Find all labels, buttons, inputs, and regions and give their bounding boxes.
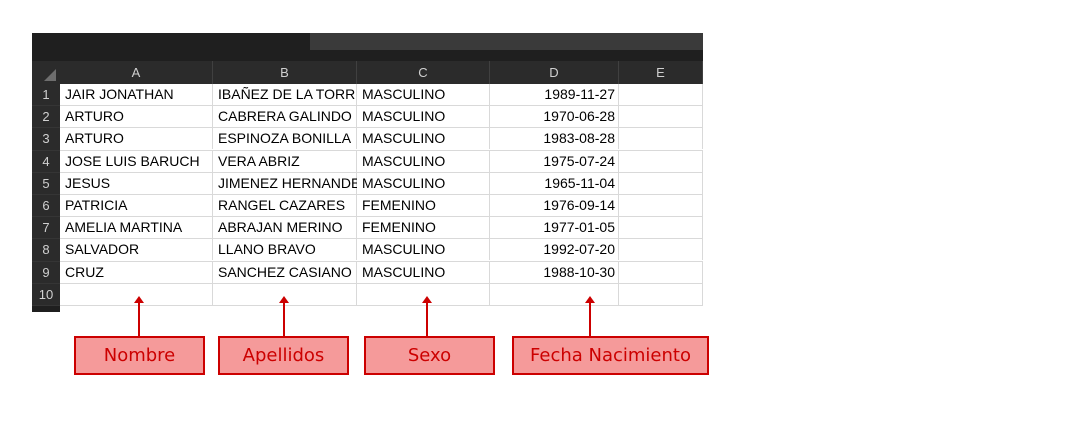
cell-apellidos[interactable]: ABRAJAN MERINO (213, 217, 357, 239)
cell-empty[interactable] (619, 194, 703, 216)
cell-nombre[interactable]: AMELIA MARTINA (60, 217, 213, 239)
label-apellidos: Apellidos (218, 336, 349, 375)
table-row (60, 283, 703, 306)
spreadsheet-window: A B C D E 1 2 3 4 5 6 7 8 9 10 JAIR JONA… (32, 33, 703, 312)
cell-fecha[interactable]: 1977-01-05 (490, 217, 619, 239)
cell-apellidos[interactable]: LLANO BRAVO (213, 239, 357, 261)
cell-apellidos[interactable]: SANCHEZ CASIANO (213, 261, 357, 283)
cell-nombre[interactable]: CRUZ (60, 261, 213, 283)
row-header[interactable]: 5 (32, 172, 60, 195)
cell-sexo[interactable]: MASCULINO (357, 172, 490, 194)
cell-fecha[interactable]: 1970-06-28 (490, 106, 619, 128)
cell-empty[interactable] (619, 172, 703, 194)
row-header[interactable]: 7 (32, 217, 60, 240)
column-header-b[interactable]: B (213, 61, 357, 84)
arrow-up-icon (585, 296, 595, 336)
row-header[interactable]: 9 (32, 261, 60, 284)
cell-apellidos[interactable]: IBAÑEZ DE LA TORRE (213, 84, 357, 105)
table-row: CRUZ SANCHEZ CASIANO MASCULINO 1988-10-3… (60, 261, 703, 284)
label-nombre: Nombre (74, 336, 205, 375)
column-header-a[interactable]: A (60, 61, 213, 84)
row-header[interactable]: 10 (32, 283, 60, 306)
table-row: AMELIA MARTINA ABRAJAN MERINO FEMENINO 1… (60, 217, 703, 240)
cell-empty[interactable] (619, 239, 703, 261)
table-row: SALVADOR LLANO BRAVO MASCULINO 1992-07-2… (60, 239, 703, 262)
cell-apellidos[interactable]: JIMENEZ HERNANDEZ (213, 172, 369, 194)
column-header-d[interactable]: D (490, 61, 619, 84)
cell-empty[interactable] (619, 150, 703, 172)
cell-nombre[interactable]: JOSE LUIS BARUCH (60, 150, 213, 172)
formula-bar[interactable] (310, 33, 703, 50)
select-all-corner[interactable] (32, 61, 60, 84)
table-row: PATRICIA RANGEL CAZARES FEMENINO 1976-09… (60, 194, 703, 218)
row-header[interactable]: 3 (32, 128, 60, 151)
cell-fecha[interactable]: 1988-10-30 (490, 261, 619, 283)
cell-nombre[interactable]: ARTURO (60, 106, 213, 128)
cell-sexo[interactable]: MASCULINO (357, 84, 490, 105)
cell-empty[interactable] (619, 128, 703, 150)
row-header[interactable]: 8 (32, 239, 60, 262)
arrow-up-icon (279, 296, 289, 336)
cell-sexo[interactable]: MASCULINO (357, 261, 490, 283)
select-all-icon (44, 69, 56, 81)
cell-apellidos[interactable]: VERA ABRIZ (213, 150, 357, 172)
cell-empty[interactable] (490, 283, 619, 305)
cell-empty[interactable] (619, 283, 703, 305)
cell-apellidos[interactable]: CABRERA GALINDO (213, 106, 357, 128)
cell-nombre[interactable]: PATRICIA (60, 194, 213, 216)
cell-nombre[interactable]: SALVADOR (60, 239, 213, 261)
row-header[interactable]: 2 (32, 106, 60, 129)
cell-sexo[interactable]: MASCULINO (357, 239, 490, 261)
cell-apellidos[interactable]: RANGEL CAZARES (213, 194, 357, 216)
cell-fecha[interactable]: 1975-07-24 (490, 150, 619, 172)
row-headers: 1 2 3 4 5 6 7 8 9 10 (32, 84, 60, 306)
cell-fecha[interactable]: 1992-07-20 (490, 239, 619, 261)
label-fecha-nacimiento: Fecha Nacimiento (512, 336, 709, 375)
table-row: JOSE LUIS BARUCH VERA ABRIZ MASCULINO 19… (60, 150, 703, 173)
table-row: JAIR JONATHAN IBAÑEZ DE LA TORRE MASCULI… (60, 84, 703, 107)
cell-fecha[interactable]: 1983-08-28 (490, 128, 619, 150)
column-header-row: A B C D E (32, 61, 703, 84)
cell-empty[interactable] (619, 261, 703, 283)
label-sexo: Sexo (364, 336, 495, 375)
row-header[interactable]: 1 (32, 84, 60, 107)
cell-fecha[interactable]: 1989-11-27 (490, 84, 619, 105)
row-header[interactable]: 4 (32, 150, 60, 173)
column-header-c[interactable]: C (357, 61, 490, 84)
cell-nombre[interactable]: JAIR JONATHAN (60, 84, 213, 105)
table-row: ARTURO CABRERA GALINDO MASCULINO 1970-06… (60, 106, 703, 129)
table-row: JESUS JIMENEZ HERNANDEZ MASCULINO 1965-1… (60, 172, 703, 195)
cell-nombre[interactable]: ARTURO (60, 128, 213, 150)
cell-sexo[interactable]: MASCULINO (357, 128, 490, 150)
row-header[interactable]: 6 (32, 194, 60, 218)
arrow-up-icon (134, 296, 144, 336)
cell-sexo[interactable]: MASCULINO (357, 150, 490, 172)
cell-sexo[interactable]: MASCULINO (357, 106, 490, 128)
cell-sexo[interactable]: FEMENINO (357, 217, 490, 239)
cell-empty[interactable] (619, 84, 703, 105)
cell-fecha[interactable]: 1965-11-04 (490, 172, 619, 194)
cell-grid: JAIR JONATHAN IBAÑEZ DE LA TORRE MASCULI… (60, 84, 703, 312)
table-row: ARTURO ESPINOZA BONILLA MASCULINO 1983-0… (60, 128, 703, 151)
column-header-e[interactable]: E (619, 61, 703, 84)
cell-empty[interactable] (619, 217, 703, 239)
cell-fecha[interactable]: 1976-09-14 (490, 194, 619, 216)
cell-empty[interactable] (619, 106, 703, 128)
arrow-up-icon (422, 296, 432, 336)
cell-apellidos[interactable]: ESPINOZA BONILLA (213, 128, 357, 150)
cell-nombre[interactable]: JESUS (60, 172, 213, 194)
cell-sexo[interactable]: FEMENINO (357, 194, 490, 216)
toolbar-area (32, 33, 703, 61)
